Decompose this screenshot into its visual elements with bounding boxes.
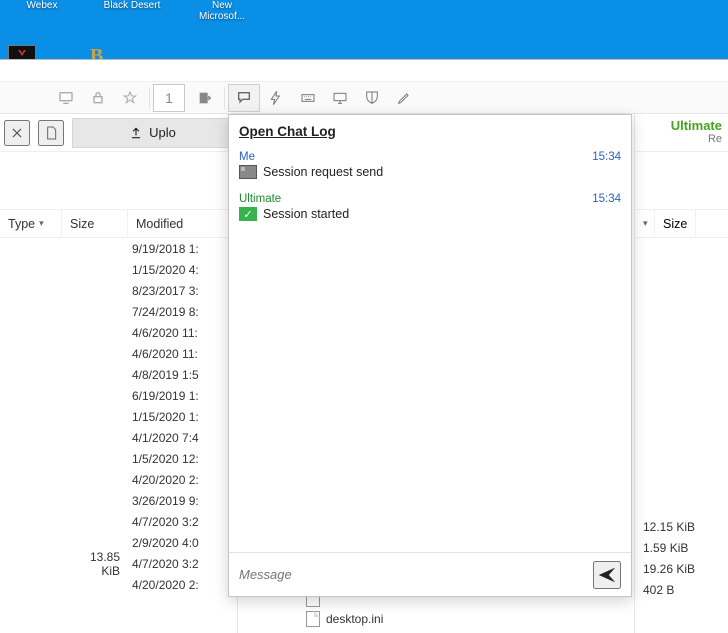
table-row[interactable]: 9/19/2018 1: bbox=[0, 238, 237, 259]
right-columns-header: ▾ Size bbox=[635, 210, 728, 238]
file-item[interactable]: desktop.ini bbox=[306, 611, 383, 627]
desktop-icon-new-microsoft[interactable]: New Microsof... bbox=[192, 0, 252, 22]
chat-body: Me15:34 Session request send Ultimate15:… bbox=[229, 147, 631, 552]
table-row[interactable]: 4/6/2020 11: bbox=[0, 322, 237, 343]
chat-popup: Open Chat Log Me15:34 Session request se… bbox=[228, 114, 632, 597]
table-row[interactable]: 1/5/2020 12: bbox=[0, 448, 237, 469]
left-file-panel: Uplo Type▾ Size Modified 9/19/2018 1:1/1… bbox=[0, 114, 238, 633]
send-icon[interactable] bbox=[593, 561, 621, 589]
display-icon[interactable] bbox=[324, 84, 356, 112]
table-row[interactable]: 4/20/2020 2: bbox=[0, 469, 237, 490]
col-spacer: ▾ bbox=[635, 210, 655, 237]
session-count-badge[interactable]: 1 bbox=[153, 84, 185, 112]
table-row[interactable]: 6/19/2019 1: bbox=[0, 385, 237, 406]
table-row[interactable]: 3/26/2019 9: bbox=[0, 490, 237, 511]
lightning-icon[interactable] bbox=[260, 84, 292, 112]
right-rows: 12.15 KiB1.59 KiB19.26 KiB402 B bbox=[635, 238, 728, 633]
list-item[interactable]: 1.59 KiB bbox=[635, 537, 728, 558]
col-size[interactable]: Size bbox=[62, 210, 128, 237]
table-row[interactable]: 7/24/2019 8: bbox=[0, 301, 237, 322]
toolbar: 1 bbox=[0, 82, 728, 114]
list-item[interactable]: 12.15 KiB bbox=[635, 516, 728, 537]
col-type[interactable]: Type▾ bbox=[0, 210, 62, 237]
export-icon[interactable] bbox=[189, 84, 221, 112]
table-row[interactable]: 13.85 KiB4/7/2020 3:2 bbox=[0, 553, 237, 574]
star-icon[interactable] bbox=[114, 84, 146, 112]
pencil-icon[interactable] bbox=[388, 84, 420, 112]
desktop-icon-webex[interactable]: Webex bbox=[12, 0, 72, 22]
table-row[interactable]: 4/1/2020 7:4 bbox=[0, 427, 237, 448]
list-item[interactable]: 402 B bbox=[635, 579, 728, 600]
chat-message: Ultimate15:34 ✓Session started bbox=[239, 193, 621, 221]
desktop-icon-black-desert[interactable]: Black Desert bbox=[102, 0, 162, 22]
list-item[interactable]: 19.26 KiB bbox=[635, 558, 728, 579]
monitor-icon[interactable] bbox=[50, 84, 82, 112]
col-modified[interactable]: Modified bbox=[128, 210, 237, 237]
chat-message: Me15:34 Session request send bbox=[239, 151, 621, 179]
columns-header: Type▾ Size Modified bbox=[0, 210, 237, 238]
document-icon[interactable] bbox=[38, 120, 64, 146]
table-row[interactable]: 4/8/2019 1:5 bbox=[0, 364, 237, 385]
file-rows: 9/19/2018 1:1/15/2020 4:8/23/2017 3:7/24… bbox=[0, 238, 237, 633]
titlebar bbox=[0, 60, 728, 82]
lock-icon[interactable] bbox=[82, 84, 114, 112]
chat-icon[interactable] bbox=[228, 84, 260, 112]
screen-icon bbox=[239, 165, 257, 179]
chat-message-input[interactable] bbox=[239, 567, 585, 582]
table-row[interactable]: 1/15/2020 4: bbox=[0, 259, 237, 280]
table-row[interactable]: 8/23/2017 3: bbox=[0, 280, 237, 301]
right-panel: Ultimate Re ▾ Size 12.15 KiB1.59 KiB19.2… bbox=[634, 114, 728, 633]
check-icon: ✓ bbox=[239, 207, 257, 221]
chevron-down-icon: ▾ bbox=[643, 218, 648, 229]
chevron-down-icon: ▾ bbox=[39, 218, 44, 229]
chat-input-bar bbox=[229, 552, 631, 596]
app-window: 1 Uplo Type▾ bbox=[0, 59, 728, 633]
open-chat-log-link[interactable]: Open Chat Log bbox=[239, 124, 336, 139]
keyboard-icon[interactable] bbox=[292, 84, 324, 112]
table-row[interactable]: 1/15/2020 1: bbox=[0, 406, 237, 427]
col-size-right[interactable]: Size bbox=[655, 210, 696, 237]
desktop-background: Webex Black Desert New Microsof... B bbox=[0, 0, 728, 59]
upload-bar: Uplo bbox=[0, 114, 237, 152]
file-icon bbox=[306, 611, 320, 627]
close-icon[interactable] bbox=[4, 120, 30, 146]
shield-icon[interactable] bbox=[356, 84, 388, 112]
table-row[interactable]: 4/6/2020 11: bbox=[0, 343, 237, 364]
remote-user-header: Ultimate Re bbox=[635, 114, 728, 152]
content-area: Uplo Type▾ Size Modified 9/19/2018 1:1/1… bbox=[0, 114, 728, 633]
upload-button[interactable]: Uplo bbox=[72, 118, 233, 148]
chat-header: Open Chat Log bbox=[229, 115, 631, 147]
table-row[interactable]: 4/7/2020 3:2 bbox=[0, 511, 237, 532]
